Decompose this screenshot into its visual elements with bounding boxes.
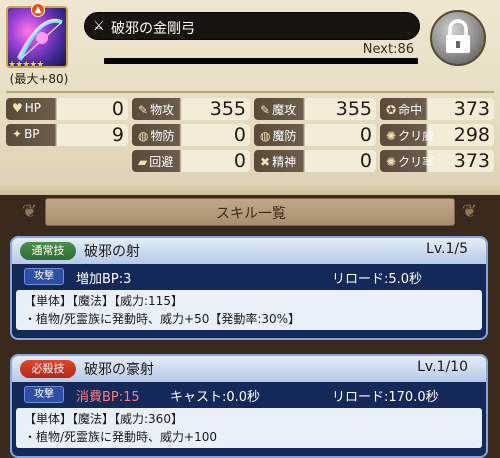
lock-button[interactable] bbox=[430, 10, 486, 66]
stat-value: 0 bbox=[111, 98, 124, 120]
next-exp-label: Next:86 bbox=[362, 42, 414, 57]
stat-label: クリ率 bbox=[398, 155, 435, 169]
skill-level: Lv.1/10 bbox=[417, 359, 468, 375]
skill-level: Lv.1/5 bbox=[426, 241, 468, 257]
stat-label: 回避 bbox=[149, 155, 174, 169]
skill-name: 破邪の射 bbox=[84, 244, 140, 260]
stat-label: 物防 bbox=[150, 129, 175, 143]
stat-value: 298 bbox=[453, 124, 490, 146]
laurel-left-icon: ❦ bbox=[22, 201, 38, 222]
skill-card-normal[interactable]: 通常技 破邪の射 Lv.1/5 攻撃 増加BP:3 リロード:5.0秒 【単体】… bbox=[10, 236, 488, 340]
reload-time: リロード:170.0秒 bbox=[332, 390, 439, 405]
stat-value: 0 bbox=[359, 124, 372, 146]
bp-icon: ✦ bbox=[12, 127, 23, 141]
stat-value: 9 bbox=[111, 124, 124, 146]
stat-value: 0 bbox=[233, 150, 246, 172]
stat-label: HP bbox=[24, 101, 42, 115]
skill-info-row: 攻撃 消費BP:15 キャスト:0.0秒 リロード:170.0秒 bbox=[12, 384, 486, 406]
skill-info-row: 攻撃 増加BP:3 リロード:5.0秒 bbox=[12, 266, 486, 288]
stat-value: 355 bbox=[209, 98, 246, 120]
stat-value: 0 bbox=[359, 150, 372, 172]
divider bbox=[6, 91, 494, 93]
skill-card-special[interactable]: 必殺技 破邪の豪射 Lv.1/10 攻撃 消費BP:15 キャスト:0.0秒 リ… bbox=[10, 354, 488, 458]
attack-tag: 攻撃 bbox=[24, 268, 64, 285]
weapon-name-bar: ⚔ 破邪の金剛弓 bbox=[84, 12, 420, 40]
bp-gain: 増加BP:3 bbox=[76, 272, 132, 287]
max-refine-label: (最大+80) bbox=[9, 72, 69, 86]
skill-description: 【単体】【魔法】【威力:360】 ・植物/死霊族に発動時、威力+100 bbox=[16, 408, 482, 448]
skill-list-title: スキル一覧 bbox=[216, 206, 286, 222]
heart-icon: ♥ bbox=[12, 101, 23, 115]
stat-mag-atk: ✎ 魔攻 355 bbox=[254, 98, 376, 120]
stat-spirit: ✖ 精神 0 bbox=[254, 150, 376, 172]
rarity-stars: ★★★★★ bbox=[8, 60, 44, 70]
stat-crit-dmg: ✺ クリ威 298 bbox=[380, 124, 494, 146]
stat-label: 物攻 bbox=[150, 103, 175, 117]
crit-icon: ✺ bbox=[386, 129, 397, 143]
attack-tag: 攻撃 bbox=[24, 386, 64, 403]
boot-icon: ▰ bbox=[138, 155, 148, 169]
normal-skill-badge: 通常技 bbox=[20, 242, 76, 260]
cast-time: キャスト:0.0秒 bbox=[170, 390, 261, 405]
skill-card-header: 必殺技 破邪の豪射 Lv.1/10 bbox=[12, 356, 486, 382]
stat-value: 373 bbox=[453, 98, 490, 120]
magic-shield-icon: ◍ bbox=[260, 129, 271, 143]
stat-label: BP bbox=[24, 127, 40, 141]
stat-value: 0 bbox=[233, 124, 246, 146]
stat-bp: ✦ BP 9 bbox=[6, 124, 128, 146]
sword-icon: ✎ bbox=[138, 103, 149, 117]
stat-label: 精神 bbox=[272, 155, 297, 169]
stat-label: 魔防 bbox=[272, 129, 297, 143]
weapon-name: 破邪の金剛弓 bbox=[111, 21, 195, 37]
skill-desc-line: 【単体】【魔法】【威力:360】 bbox=[24, 412, 183, 426]
bow-icon: ⚔ bbox=[93, 19, 105, 34]
stat-mag-def: ◍ 魔防 0 bbox=[254, 124, 376, 146]
stat-phys-def: ◍ 物防 0 bbox=[132, 124, 250, 146]
stat-hit: ✪ 命中 373 bbox=[380, 98, 494, 120]
target-icon: ✪ bbox=[386, 103, 397, 117]
skill-desc-line: 【単体】【魔法】【威力:115】 bbox=[24, 294, 183, 308]
stat-label: クリ威 bbox=[398, 129, 435, 143]
skill-desc-line: ・植物/死霊族に発動時、威力+100 bbox=[24, 430, 218, 444]
divider bbox=[0, 185, 500, 195]
wand-icon: ✎ bbox=[260, 103, 271, 117]
skill-list-header: スキル一覧 bbox=[45, 198, 455, 226]
stat-evade: ▰ 回避 0 bbox=[132, 150, 250, 172]
lock-icon bbox=[446, 19, 470, 53]
stat-label: 魔攻 bbox=[272, 103, 297, 117]
bp-cost: 消費BP:15 bbox=[76, 390, 140, 405]
stat-crit-rate: ✺ クリ率 373 bbox=[380, 150, 494, 172]
stat-label: 命中 bbox=[398, 103, 423, 117]
skill-name: 破邪の豪射 bbox=[84, 362, 154, 378]
special-skill-badge: 必殺技 bbox=[20, 360, 76, 378]
skill-desc-line: ・植物/死霊族に発動時、威力+50【発動率:30%】 bbox=[24, 312, 301, 326]
exp-bar bbox=[104, 58, 418, 64]
skill-description: 【単体】【魔法】【威力:115】 ・植物/死霊族に発動時、威力+50【発動率:3… bbox=[16, 290, 482, 330]
crit-rate-icon: ✺ bbox=[386, 155, 397, 169]
fire-icon: ▲ bbox=[31, 3, 45, 17]
stat-phys-atk: ✎ 物攻 355 bbox=[132, 98, 250, 120]
stat-value: 373 bbox=[453, 150, 490, 172]
stat-value: 355 bbox=[335, 98, 372, 120]
weapon-detail-panel: ▲ ★★★★★ (最大+80) ⚔ 破邪の金剛弓 Next:86 ♥ HP 0 ✎… bbox=[0, 0, 500, 195]
laurel-right-icon: ❦ bbox=[462, 201, 478, 222]
skill-card-header: 通常技 破邪の射 Lv.1/5 bbox=[12, 238, 486, 264]
stat-hp: ♥ HP 0 bbox=[6, 98, 128, 120]
shield-icon: ◍ bbox=[138, 129, 149, 143]
spirit-icon: ✖ bbox=[260, 155, 271, 169]
reload-time: リロード:5.0秒 bbox=[332, 272, 423, 287]
